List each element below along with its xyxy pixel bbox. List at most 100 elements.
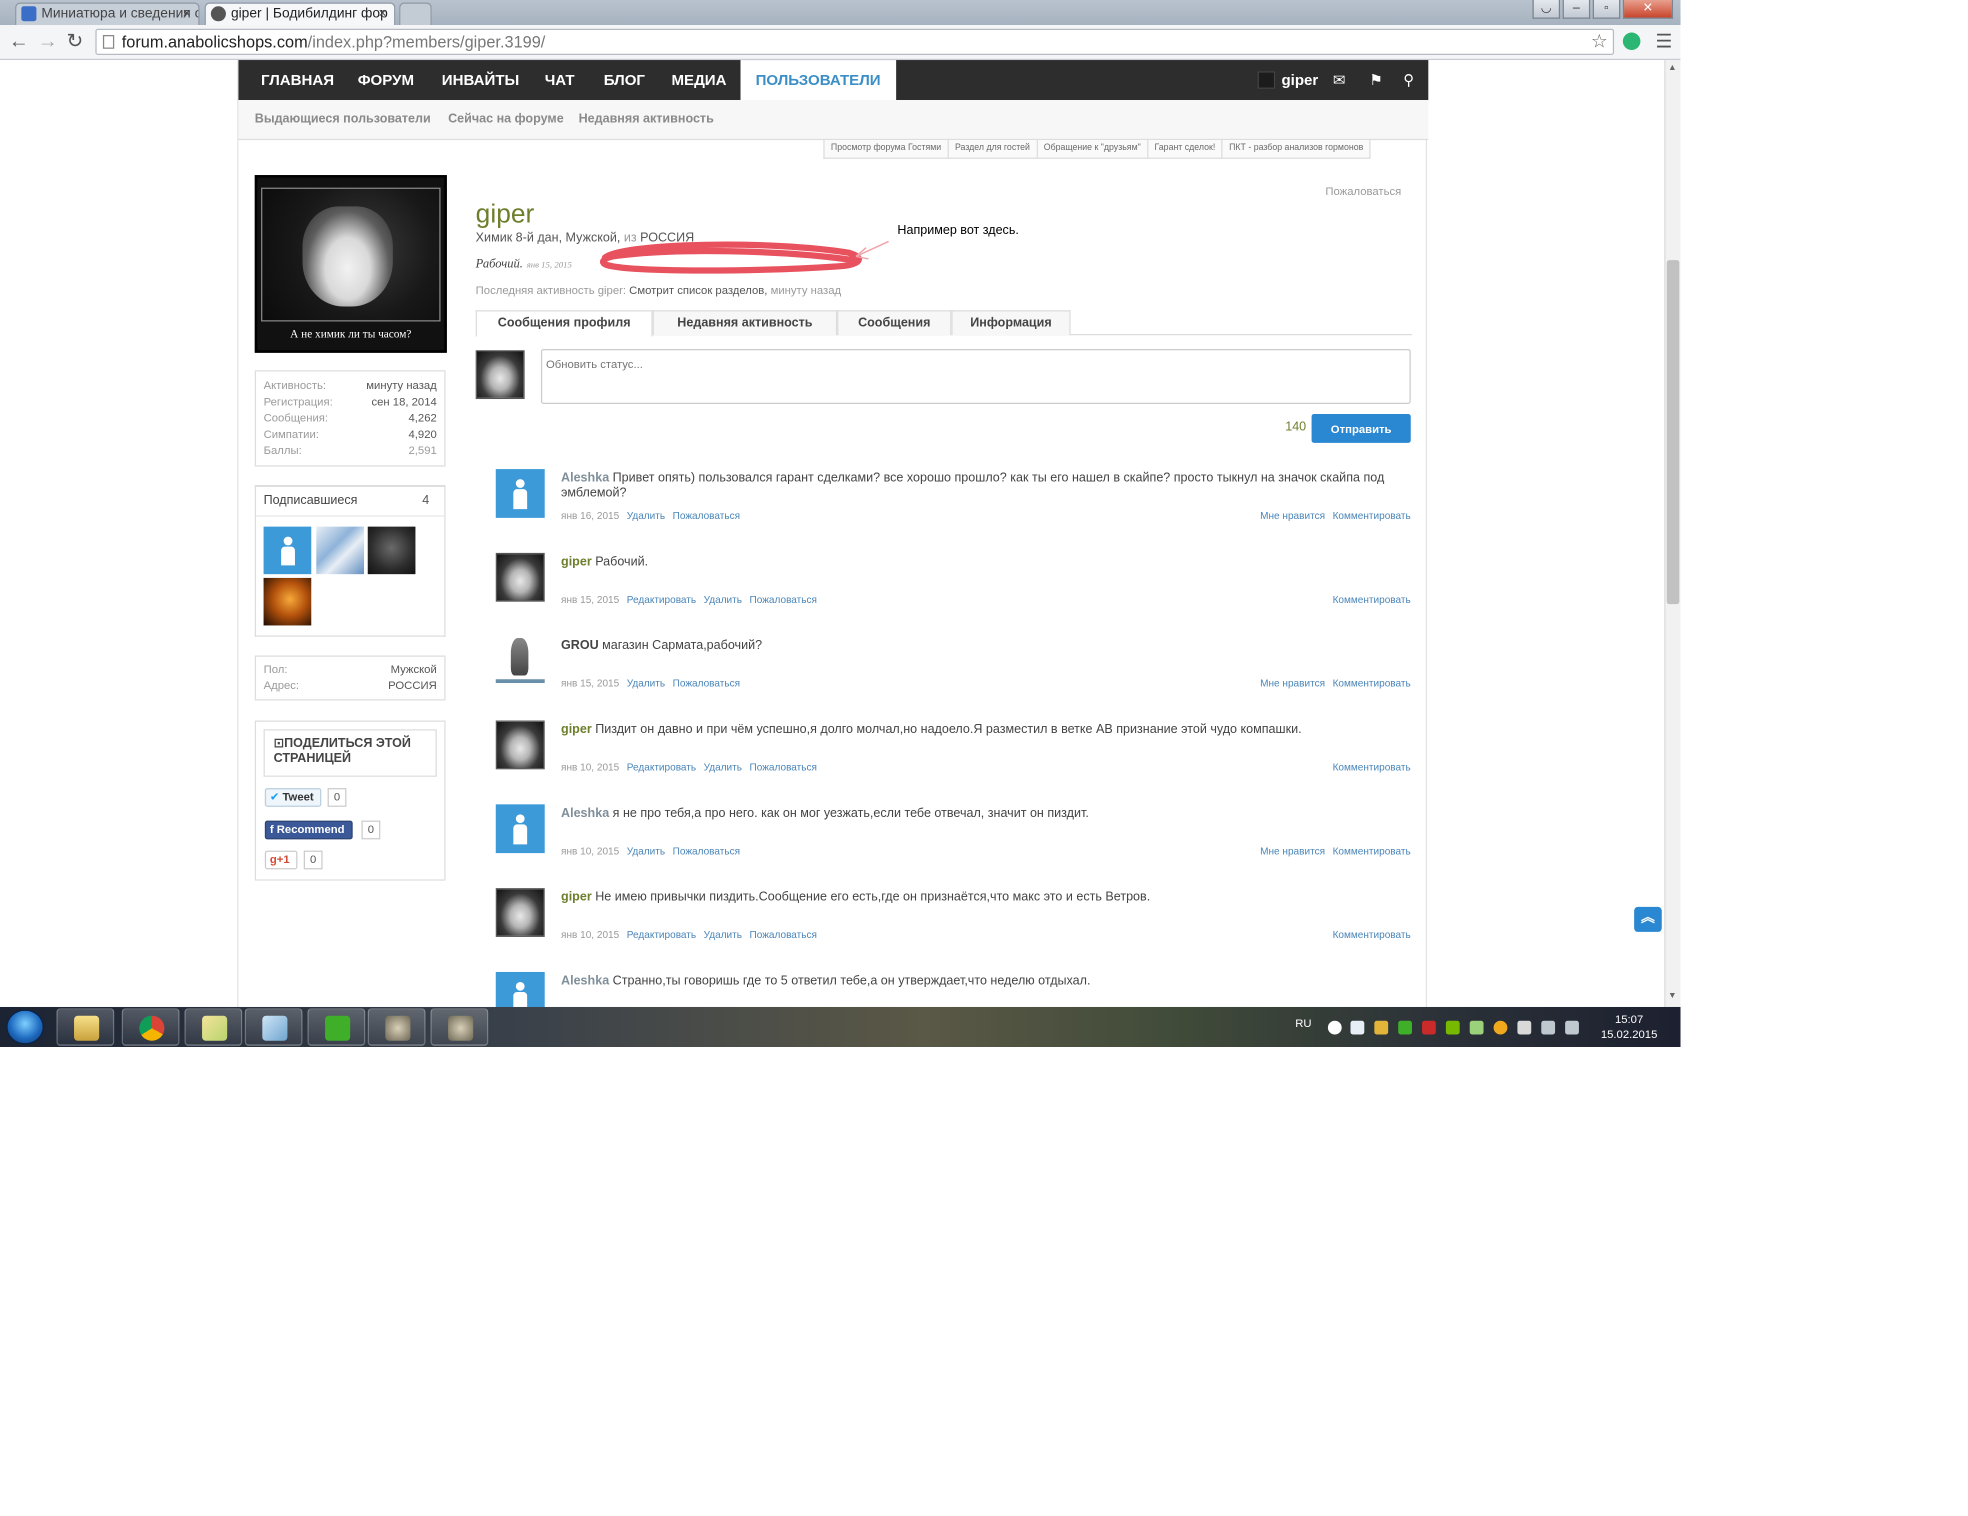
delete-link[interactable]: Удалить bbox=[704, 929, 742, 940]
reload-icon[interactable]: ↻ bbox=[67, 30, 84, 55]
delete-link[interactable]: Удалить bbox=[704, 594, 742, 605]
follower-avatar[interactable] bbox=[316, 526, 364, 575]
mail-icon[interactable]: ✉ bbox=[1333, 60, 1346, 100]
comment-link[interactable]: Комментировать bbox=[1333, 929, 1411, 940]
avatar[interactable] bbox=[495, 720, 545, 770]
scroll-up-icon[interactable]: ▲ bbox=[1668, 64, 1677, 73]
language-indicator[interactable]: RU bbox=[1295, 1017, 1311, 1030]
network-icon[interactable] bbox=[1541, 1020, 1556, 1035]
new-tab-button[interactable] bbox=[399, 2, 432, 26]
post-author[interactable]: giper bbox=[561, 555, 592, 569]
leaf-icon[interactable] bbox=[1469, 1020, 1484, 1035]
info-value[interactable]: РОССИЯ bbox=[388, 678, 437, 694]
like-link[interactable]: Мне нравится bbox=[1260, 846, 1325, 857]
post-date[interactable]: янв 10, 2015 bbox=[561, 846, 619, 857]
address-bar[interactable]: forum.anabolicshops.com/index.php?member… bbox=[95, 28, 1615, 56]
nav-item-users[interactable]: ПОЛЬЗОВАТЕЛИ bbox=[740, 60, 896, 101]
comment-link[interactable]: Комментировать bbox=[1333, 762, 1411, 773]
nav-item-chat[interactable]: ЧАТ bbox=[545, 60, 575, 100]
post-date[interactable]: янв 15, 2015 bbox=[561, 594, 619, 605]
comment-link[interactable]: Комментировать bbox=[1333, 594, 1411, 605]
tab-profile-posts[interactable]: Сообщения профиля bbox=[475, 310, 653, 337]
quick-link[interactable]: ПКТ - разбор анализов гормонов bbox=[1223, 140, 1370, 158]
extension-icon[interactable] bbox=[1622, 32, 1641, 51]
nav-item-home[interactable]: ГЛАВНАЯ bbox=[261, 60, 334, 100]
minimize-icon[interactable]: – bbox=[1562, 0, 1591, 19]
post-author[interactable]: Aleshka bbox=[561, 974, 609, 988]
volume-icon[interactable] bbox=[1565, 1020, 1579, 1035]
avatar[interactable] bbox=[475, 350, 525, 400]
utorrent-tray-icon[interactable] bbox=[1398, 1020, 1412, 1035]
quick-link[interactable]: Гарант сделок! bbox=[1148, 140, 1223, 158]
search-icon[interactable]: ⚲ bbox=[1403, 60, 1414, 100]
status-update-input[interactable] bbox=[540, 349, 1411, 405]
start-button[interactable] bbox=[6, 1009, 44, 1045]
post-author[interactable]: GROU bbox=[561, 639, 599, 653]
user-icon[interactable]: ◡ bbox=[1532, 0, 1561, 19]
scroll-down-icon[interactable]: ▼ bbox=[1668, 992, 1677, 1001]
tab-postings[interactable]: Сообщения bbox=[837, 310, 952, 336]
flag-tray-icon[interactable] bbox=[1517, 1020, 1532, 1035]
post-author[interactable]: giper bbox=[561, 723, 592, 737]
subnav-recent-activity[interactable]: Недавняя активность bbox=[579, 100, 714, 140]
bookmark-star-icon[interactable]: ☆ bbox=[1591, 30, 1608, 54]
scrollbar-thumb[interactable] bbox=[1666, 260, 1680, 605]
taskbar-app[interactable] bbox=[430, 1008, 489, 1046]
post-date[interactable]: янв 15, 2015 bbox=[561, 678, 619, 689]
stat-value[interactable]: 4,262 bbox=[408, 410, 436, 426]
report-link[interactable]: Пожаловаться bbox=[750, 762, 817, 773]
quick-link[interactable]: Раздел для гостей bbox=[949, 140, 1038, 158]
forward-arrow-icon[interactable]: → bbox=[38, 30, 58, 55]
coin-icon[interactable] bbox=[1493, 1020, 1508, 1035]
avatar[interactable] bbox=[495, 552, 545, 602]
report-link[interactable]: Пожаловаться bbox=[673, 678, 740, 689]
report-link[interactable]: Пожаловаться bbox=[673, 510, 740, 521]
nvidia-icon[interactable] bbox=[1445, 1020, 1460, 1035]
facebook-recommend-button[interactable]: f Recommend bbox=[264, 820, 353, 840]
maximize-icon[interactable]: ▫ bbox=[1592, 0, 1621, 19]
avatar[interactable] bbox=[495, 804, 545, 854]
m-icon[interactable] bbox=[1422, 1020, 1436, 1035]
avatar[interactable] bbox=[495, 971, 545, 1007]
tab-information[interactable]: Информация bbox=[951, 310, 1071, 336]
subnav-notable-members[interactable]: Выдающиеся пользователи bbox=[255, 100, 431, 140]
avatar[interactable] bbox=[495, 888, 545, 937]
browser-tab-1[interactable]: Миниатюра и сведения о × bbox=[15, 2, 200, 26]
menu-icon[interactable]: ☰ bbox=[1655, 30, 1672, 52]
comment-link[interactable]: Комментировать bbox=[1333, 678, 1411, 689]
nav-item-media[interactable]: МЕДИА bbox=[671, 60, 726, 100]
post-date[interactable]: янв 16, 2015 bbox=[561, 510, 619, 521]
close-window-icon[interactable]: ✕ bbox=[1622, 0, 1674, 19]
comment-link[interactable]: Комментировать bbox=[1333, 510, 1411, 521]
taskbar-app[interactable] bbox=[184, 1008, 243, 1046]
post-date[interactable]: янв 10, 2015 bbox=[561, 929, 619, 940]
browser-tab-2[interactable]: giper | Бодибилдинг фор × bbox=[204, 2, 396, 26]
last-activity-value[interactable]: Смотрит список разделов, bbox=[629, 284, 767, 297]
delete-link[interactable]: Удалить bbox=[627, 846, 665, 857]
quick-link[interactable]: Просмотр форума Гостями bbox=[825, 140, 949, 158]
taskbar-app[interactable] bbox=[367, 1008, 426, 1046]
post-author[interactable]: Aleshka bbox=[561, 472, 609, 486]
system-clock[interactable]: 15:07 15.02.2015 bbox=[1599, 1012, 1659, 1042]
subnav-online-now[interactable]: Сейчас на форуме bbox=[448, 100, 564, 140]
nav-item-invites[interactable]: ИНВАЙТЫ bbox=[442, 60, 519, 100]
pen-icon[interactable] bbox=[1374, 1020, 1389, 1035]
edit-link[interactable]: Редактировать bbox=[627, 762, 696, 773]
quick-link[interactable]: Обращение к "друзьям" bbox=[1037, 140, 1149, 158]
comment-link[interactable]: Комментировать bbox=[1333, 846, 1411, 857]
check-icon[interactable] bbox=[1327, 1020, 1342, 1035]
follower-avatar[interactable] bbox=[263, 577, 312, 626]
report-link[interactable]: Пожаловаться bbox=[673, 846, 740, 857]
delete-link[interactable]: Удалить bbox=[704, 762, 742, 773]
b-icon[interactable] bbox=[1350, 1020, 1365, 1035]
post-author[interactable]: Aleshka bbox=[561, 807, 609, 821]
followers-header[interactable]: Подписавшиеся 4 bbox=[256, 487, 445, 517]
page-scrollbar[interactable]: ▲ ▼ bbox=[1664, 60, 1681, 1007]
close-tab-icon[interactable]: × bbox=[378, 4, 386, 24]
tweet-button[interactable]: ✔ Tweet bbox=[264, 788, 322, 807]
avatar[interactable] bbox=[495, 636, 545, 686]
flag-icon[interactable]: ⚑ bbox=[1369, 60, 1383, 100]
delete-link[interactable]: Удалить bbox=[627, 678, 665, 689]
edit-link[interactable]: Редактировать bbox=[627, 929, 696, 940]
scroll-to-top-button[interactable]: ︽ bbox=[1634, 906, 1662, 932]
